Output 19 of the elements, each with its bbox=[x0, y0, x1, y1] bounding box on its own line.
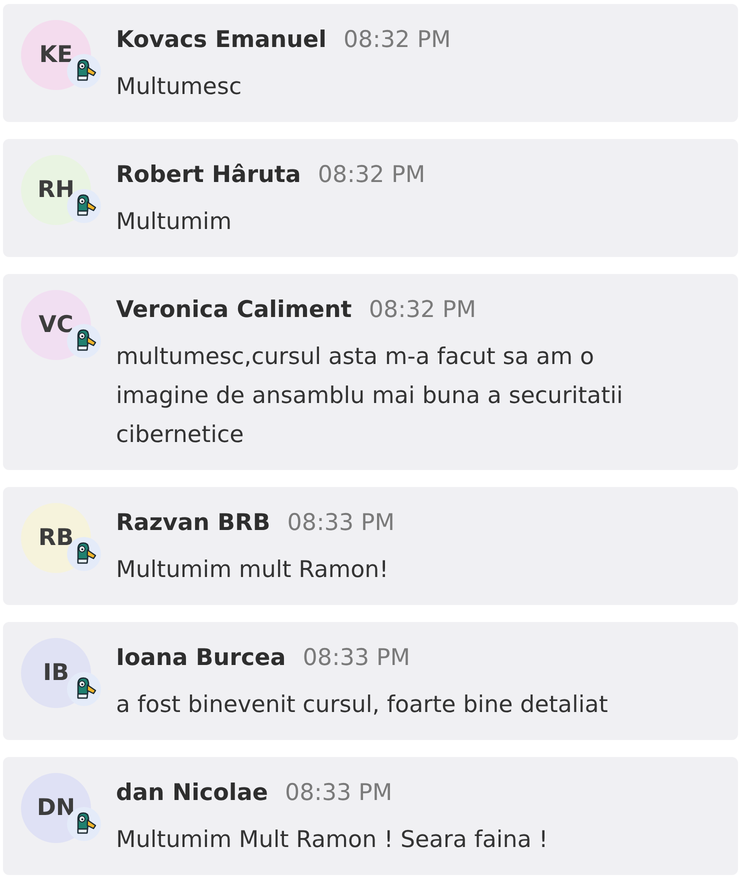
message-time: 08:32 PM bbox=[318, 161, 426, 190]
message-text: Multumim Mult Ramon ! Seara faina ! bbox=[116, 826, 548, 855]
sender-name: Kovacs Emanuel bbox=[116, 26, 326, 55]
message-time: 08:33 PM bbox=[284, 779, 392, 808]
sender-name: dan Nicolae bbox=[116, 779, 268, 808]
message-text: Multumim bbox=[116, 208, 233, 237]
message-time: 08:32 PM bbox=[344, 26, 451, 55]
message-time: 08:33 PM bbox=[287, 509, 395, 538]
message-text: a fost binevenit cursul, foarte bine detaliat bbox=[116, 691, 608, 720]
duck-icon bbox=[67, 672, 101, 706]
message-time: 08:32 PM bbox=[368, 296, 476, 325]
sender-name: Ioana Burcea bbox=[116, 644, 286, 673]
message-text: Multumim mult Ramon! bbox=[116, 556, 390, 585]
message-text: multumesc,cursul asta m-a facut sa am o imagine de ansamblu mai buna a securitatii cibernetice bbox=[116, 343, 624, 450]
sender-name: Veronica Caliment bbox=[116, 296, 352, 325]
message-time: 08:33 PM bbox=[302, 644, 410, 673]
sender-name: Robert Hâruta bbox=[116, 161, 301, 190]
message-text: Multumesc bbox=[116, 73, 243, 102]
sender-name: Razvan BRB bbox=[116, 509, 270, 538]
